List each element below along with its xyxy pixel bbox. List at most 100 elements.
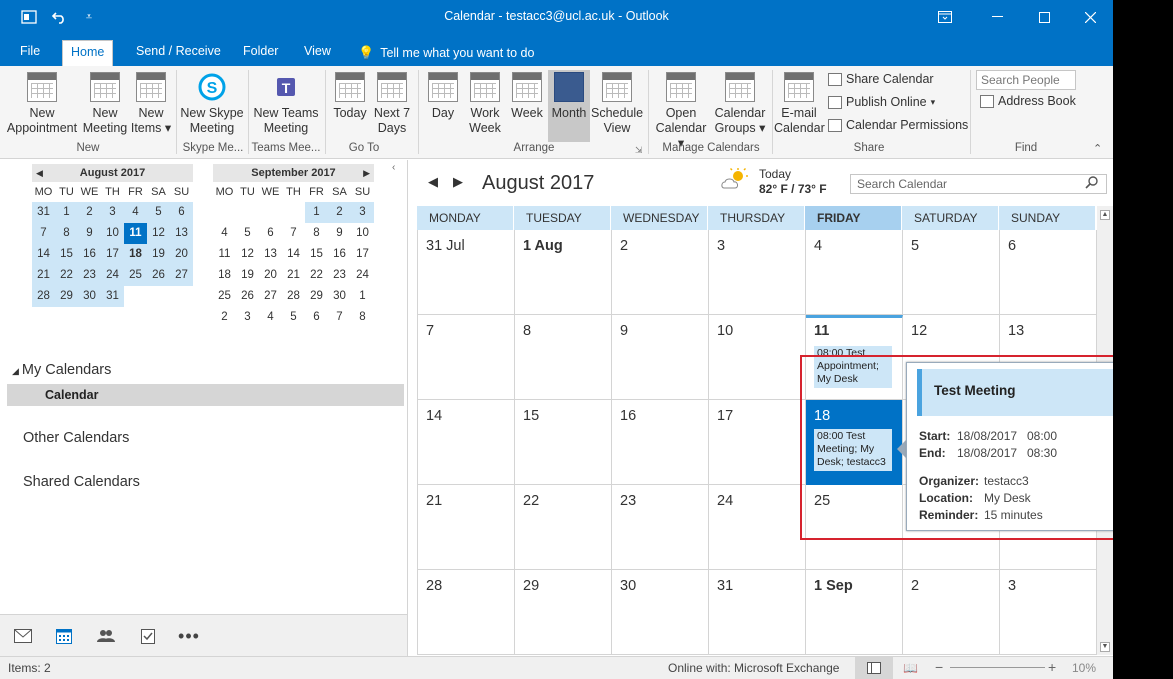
day-cell[interactable]: 14 [418, 400, 515, 485]
minical-day[interactable]: 8 [305, 223, 328, 244]
work-week-button[interactable]: Work Week [464, 70, 506, 136]
minical-day[interactable]: 27 [170, 265, 193, 286]
minical-day[interactable]: 9 [328, 223, 351, 244]
day-cell[interactable]: 4 [806, 230, 903, 315]
minical-day[interactable]: 4 [213, 223, 236, 244]
scroll-down-icon[interactable]: ▼ [1100, 642, 1110, 652]
minical-day[interactable]: 23 [328, 265, 351, 286]
day-cell[interactable]: 30 [612, 570, 709, 655]
day-cell[interactable]: 17 [709, 400, 806, 485]
maximize-button[interactable] [1021, 0, 1067, 34]
next-7-days-button[interactable]: Next 7 Days [372, 70, 412, 136]
day-cell[interactable]: 6 [1000, 230, 1097, 315]
publish-online-button[interactable]: Publish Online ▾ [828, 95, 935, 109]
minical-day[interactable]: 21 [32, 265, 55, 286]
day-cell[interactable]: 9 [612, 315, 709, 400]
share-calendar-button[interactable]: Share Calendar [828, 72, 934, 86]
minical-day[interactable]: 7 [32, 223, 55, 244]
minical-day[interactable]: 13 [259, 244, 282, 265]
day-cell[interactable]: 3 [709, 230, 806, 315]
day-cell[interactable]: 31 Jul [418, 230, 515, 315]
close-button[interactable] [1067, 0, 1113, 34]
minical-day[interactable]: 9 [78, 223, 101, 244]
tab-folder[interactable]: Folder [235, 40, 286, 66]
day-cell[interactable]: 7 [418, 315, 515, 400]
minical-day[interactable]: 12 [147, 223, 170, 244]
schedule-view-button[interactable]: Schedule View [591, 70, 643, 136]
minical-day[interactable]: 17 [351, 244, 374, 265]
minical-day[interactable]: 3 [351, 202, 374, 223]
new-teams-meeting-button[interactable]: T New Teams Meeting [252, 70, 320, 136]
minical-day[interactable]: 19 [147, 244, 170, 265]
new-skype-meeting-button[interactable]: S New Skype Meeting [180, 70, 244, 136]
minical-day[interactable]: 30 [328, 286, 351, 307]
day-cell[interactable]: 8 [515, 315, 612, 400]
minical-day[interactable]: 8 [55, 223, 78, 244]
minical-day[interactable]: 28 [282, 286, 305, 307]
week-view-button[interactable]: Week [507, 70, 547, 121]
next-month-button[interactable]: ▶ [453, 174, 463, 190]
minical-day[interactable]: 1 [305, 202, 328, 223]
minical-day[interactable]: 10 [351, 223, 374, 244]
other-calendars-group[interactable]: Other Calendars [23, 430, 129, 446]
minical-day[interactable]: 18 [213, 265, 236, 286]
minical-day[interactable]: 14 [282, 244, 305, 265]
minical-day[interactable]: 19 [236, 265, 259, 286]
people-icon[interactable] [95, 626, 117, 646]
day-view-button[interactable]: Day [424, 70, 462, 121]
tasks-icon[interactable] [137, 626, 159, 646]
minical-day[interactable]: 17 [101, 244, 124, 265]
day-cell[interactable]: 1 Aug [515, 230, 612, 315]
day-cell[interactable]: 22 [515, 485, 612, 570]
more-options-icon[interactable]: ••• [178, 626, 200, 646]
minimize-button[interactable] [974, 0, 1020, 34]
minical-day[interactable]: 26 [147, 265, 170, 286]
day-cell[interactable]: 3 [1000, 570, 1097, 655]
minical-day[interactable]: 23 [78, 265, 101, 286]
minical-day[interactable]: 2 [213, 307, 236, 328]
tab-view[interactable]: View [296, 40, 339, 66]
search-people-input[interactable]: Search People [976, 70, 1076, 90]
tab-home[interactable]: Home [62, 40, 114, 67]
minical-day[interactable]: 20 [170, 244, 193, 265]
minical-day[interactable]: 31 [32, 202, 55, 223]
minical-day[interactable]: 22 [55, 265, 78, 286]
today-button[interactable]: Today [329, 70, 371, 121]
minical-day[interactable]: 1 [55, 202, 78, 223]
minical-day[interactable]: 5 [147, 202, 170, 223]
day-cell[interactable]: 15 [515, 400, 612, 485]
minical-day[interactable]: 8 [351, 307, 374, 328]
minical-day[interactable]: 11 [124, 223, 147, 244]
minical-day[interactable]: 1 [351, 286, 374, 307]
minical-day[interactable]: 6 [259, 223, 282, 244]
minical-day[interactable]: 25 [213, 286, 236, 307]
month-view-button[interactable]: Month [548, 70, 590, 142]
scroll-up-icon[interactable]: ▲ [1100, 210, 1110, 220]
weather-info[interactable]: Today 82° F / 73° F [759, 167, 827, 197]
arrange-dialog-launcher-icon[interactable]: ⇲ [635, 145, 643, 156]
address-book-button[interactable]: Address Book [980, 94, 1076, 108]
mail-icon[interactable] [12, 626, 34, 646]
zoom-out-icon[interactable]: − [935, 659, 943, 675]
minical-day[interactable]: 15 [305, 244, 328, 265]
minical-day[interactable]: 6 [305, 307, 328, 328]
minical-day[interactable]: 22 [305, 265, 328, 286]
search-calendar-input[interactable]: Search Calendar [850, 174, 1107, 194]
my-calendars-header[interactable]: ◢ My Calendars [12, 362, 111, 378]
zoom-slider[interactable] [950, 667, 1045, 668]
minical-day[interactable]: 13 [170, 223, 193, 244]
collapse-ribbon-icon[interactable]: ⌃ [1093, 142, 1102, 155]
day-cell[interactable]: 1 Sep [806, 570, 903, 655]
ribbon-display-icon[interactable] [922, 0, 968, 34]
minical-day[interactable]: 2 [328, 202, 351, 223]
minical-day[interactable]: 29 [305, 286, 328, 307]
day-cell[interactable]: 5 [903, 230, 1000, 315]
calendar-permissions-button[interactable]: Calendar Permissions [828, 118, 968, 132]
open-calendar-button[interactable]: Open Calendar ▾ [652, 70, 710, 151]
minical-day[interactable]: 12 [236, 244, 259, 265]
minical-day[interactable]: 24 [351, 265, 374, 286]
day-cell[interactable]: 2 [903, 570, 1000, 655]
minical-day[interactable]: 21 [282, 265, 305, 286]
minical-day[interactable]: 27 [259, 286, 282, 307]
day-cell[interactable]: 24 [709, 485, 806, 570]
